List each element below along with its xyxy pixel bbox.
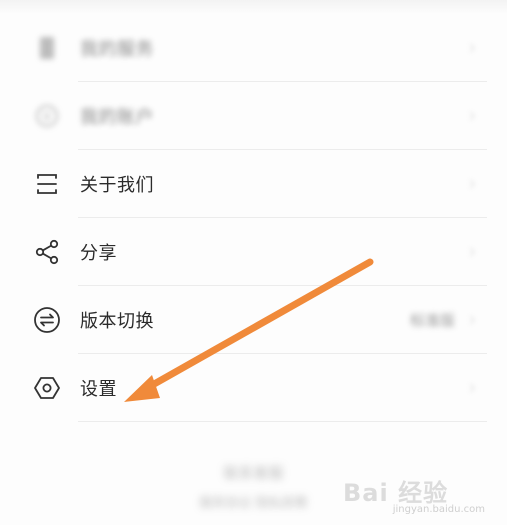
version-value: 标准版 — [409, 311, 455, 330]
menu-item-label: 关于我们 — [80, 175, 154, 196]
settings-menu-screen: 我的服务 ¥ 我的账户 关于我们 分享 版本切换 标准版 设置 联系客服 服务协… — [0, 0, 507, 525]
menu-item-label: 版本切换 — [80, 311, 154, 332]
menu-item-label: 我的账户 — [80, 107, 154, 128]
settings-icon — [31, 372, 63, 404]
menu-item-version-switch[interactable]: 版本切换 标准版 — [0, 286, 507, 354]
yuan-icon: ¥ — [31, 100, 63, 132]
window-icon — [31, 168, 63, 200]
svg-text:¥: ¥ — [43, 110, 51, 124]
chevron-right-icon — [469, 247, 476, 257]
chevron-right-icon — [469, 179, 476, 189]
footer-links[interactable]: 服务协议 隐私政策 — [199, 492, 307, 511]
menu-item-label: 设置 — [80, 379, 117, 400]
menu-item-share[interactable]: 分享 — [0, 218, 507, 286]
document-icon — [31, 32, 63, 64]
chevron-right-icon — [469, 111, 476, 121]
chevron-right-icon — [469, 383, 476, 393]
menu-item-label: 我的服务 — [80, 39, 154, 60]
chevron-right-icon — [469, 315, 476, 325]
menu-item-blurred-2[interactable]: ¥ 我的账户 — [0, 82, 507, 150]
footer-contact-link[interactable]: 联系客服 — [223, 462, 283, 483]
share-icon — [31, 236, 63, 268]
top-fade — [0, 0, 507, 14]
swap-icon — [31, 304, 63, 336]
watermark-text: Bai 经验 — [343, 479, 449, 507]
chevron-right-icon — [469, 43, 476, 53]
divider — [78, 421, 487, 422]
watermark-logo: Bai 经验 jingyan.baidu.com — [343, 471, 493, 515]
watermark-url: jingyan.baidu.com — [392, 504, 485, 515]
menu-item-about-us[interactable]: 关于我们 — [0, 150, 507, 218]
menu-item-label: 分享 — [80, 243, 117, 264]
menu-item-settings[interactable]: 设置 — [0, 354, 507, 422]
menu-item-blurred-1[interactable]: 我的服务 — [0, 14, 507, 82]
